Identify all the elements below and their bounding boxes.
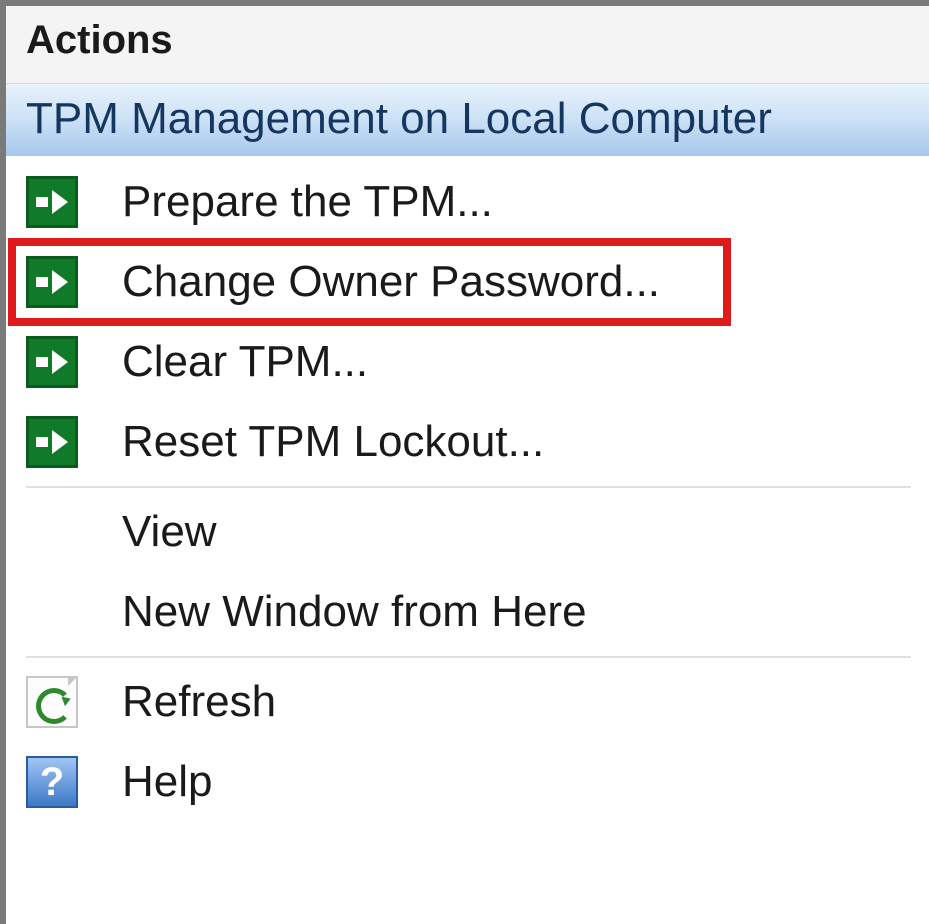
action-list: Prepare the TPM... Change Owner Password… <box>6 156 929 822</box>
arrow-icon <box>26 336 78 388</box>
action-label: View <box>122 507 217 557</box>
action-reset-tpm-lockout[interactable]: Reset TPM Lockout... <box>6 402 929 482</box>
blank-icon <box>26 586 78 638</box>
action-label: Reset TPM Lockout... <box>122 417 544 467</box>
action-clear-tpm[interactable]: Clear TPM... <box>6 322 929 402</box>
action-label: New Window from Here <box>122 587 587 637</box>
action-view[interactable]: View <box>6 492 929 572</box>
panel-title: Actions <box>6 6 929 83</box>
arrow-icon <box>26 176 78 228</box>
section-title-text: TPM Management on Local Computer <box>26 94 772 143</box>
section-title: TPM Management on Local Computer <box>6 83 929 156</box>
divider <box>26 656 911 658</box>
action-label: Help <box>122 757 213 807</box>
action-change-owner-password[interactable]: Change Owner Password... <box>6 242 929 322</box>
action-label: Change Owner Password... <box>122 257 660 307</box>
refresh-icon <box>26 676 78 728</box>
blank-icon <box>26 506 78 558</box>
action-label: Clear TPM... <box>122 337 368 387</box>
actions-panel: Actions TPM Management on Local Computer… <box>0 0 929 924</box>
panel-title-text: Actions <box>26 18 173 62</box>
divider <box>26 486 911 488</box>
arrow-icon <box>26 416 78 468</box>
action-label: Refresh <box>122 677 276 727</box>
arrow-icon <box>26 256 78 308</box>
action-new-window-from-here[interactable]: New Window from Here <box>6 572 929 652</box>
action-prepare-tpm[interactable]: Prepare the TPM... <box>6 162 929 242</box>
action-help[interactable]: ? Help <box>6 742 929 822</box>
action-label: Prepare the TPM... <box>122 177 493 227</box>
action-refresh[interactable]: Refresh <box>6 662 929 742</box>
help-icon: ? <box>26 756 78 808</box>
